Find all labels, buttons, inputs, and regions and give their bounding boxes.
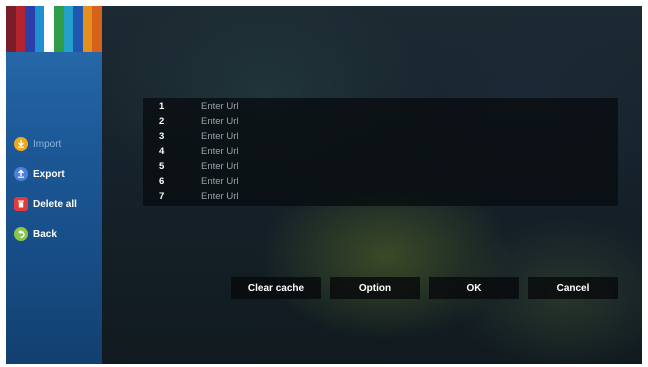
url-input[interactable]: Enter Url — [201, 101, 601, 112]
url-input[interactable]: Enter Url — [201, 131, 601, 142]
sidebar-item-export[interactable]: Export — [14, 164, 65, 184]
sidebar-item-delete-all[interactable]: Delete all — [14, 194, 77, 214]
import-icon — [14, 137, 28, 151]
url-row[interactable]: 7 Enter Url — [143, 189, 618, 204]
url-row-number: 5 — [159, 161, 165, 172]
cancel-button[interactable]: Cancel — [528, 277, 618, 299]
screen: Import Export Delete all Back 1 Enter Ur… — [6, 6, 642, 364]
export-icon — [14, 167, 28, 181]
sidebar-item-import[interactable]: Import — [14, 134, 61, 154]
url-row[interactable]: 6 Enter Url — [143, 174, 618, 189]
brand-stripe — [15, 6, 26, 52]
url-input[interactable]: Enter Url — [201, 146, 601, 157]
sidebar: Import Export Delete all Back — [6, 6, 102, 364]
brand-stripe — [82, 6, 93, 52]
url-row[interactable]: 3 Enter Url — [143, 129, 618, 144]
url-row-number: 4 — [159, 146, 165, 157]
brand-stripe — [25, 6, 35, 52]
brand-stripe — [73, 6, 83, 52]
ok-button[interactable]: OK — [429, 277, 519, 299]
brand-stripes — [6, 6, 102, 52]
url-row[interactable]: 1 Enter Url — [143, 99, 618, 114]
url-row[interactable]: 5 Enter Url — [143, 159, 618, 174]
brand-stripe — [92, 6, 102, 52]
delete-icon — [14, 197, 28, 211]
sidebar-item-label: Delete all — [33, 198, 77, 210]
brand-stripe — [53, 6, 64, 52]
url-row-number: 7 — [159, 191, 165, 202]
sidebar-item-label: Back — [33, 228, 57, 240]
url-row[interactable]: 2 Enter Url — [143, 114, 618, 129]
url-row-number: 1 — [159, 101, 165, 112]
brand-stripe — [6, 6, 16, 52]
sidebar-item-back[interactable]: Back — [14, 224, 57, 244]
brand-stripe — [44, 6, 54, 52]
url-list-panel: 1 Enter Url 2 Enter Url 3 Enter Url 4 En… — [143, 98, 618, 206]
url-row[interactable]: 4 Enter Url — [143, 144, 618, 159]
url-input[interactable]: Enter Url — [201, 176, 601, 187]
clear-cache-button[interactable]: Clear cache — [231, 277, 321, 299]
back-icon — [14, 227, 28, 241]
url-row-number: 2 — [159, 116, 165, 127]
brand-stripe — [63, 6, 74, 52]
option-button[interactable]: Option — [330, 277, 420, 299]
url-input[interactable]: Enter Url — [201, 161, 601, 172]
url-row-number: 6 — [159, 176, 165, 187]
sidebar-item-label: Import — [33, 138, 62, 150]
url-row-number: 3 — [159, 131, 165, 142]
brand-stripe — [34, 6, 45, 52]
url-input[interactable]: Enter Url — [201, 191, 601, 202]
url-input[interactable]: Enter Url — [201, 116, 601, 127]
sidebar-item-label: Export — [33, 168, 65, 180]
